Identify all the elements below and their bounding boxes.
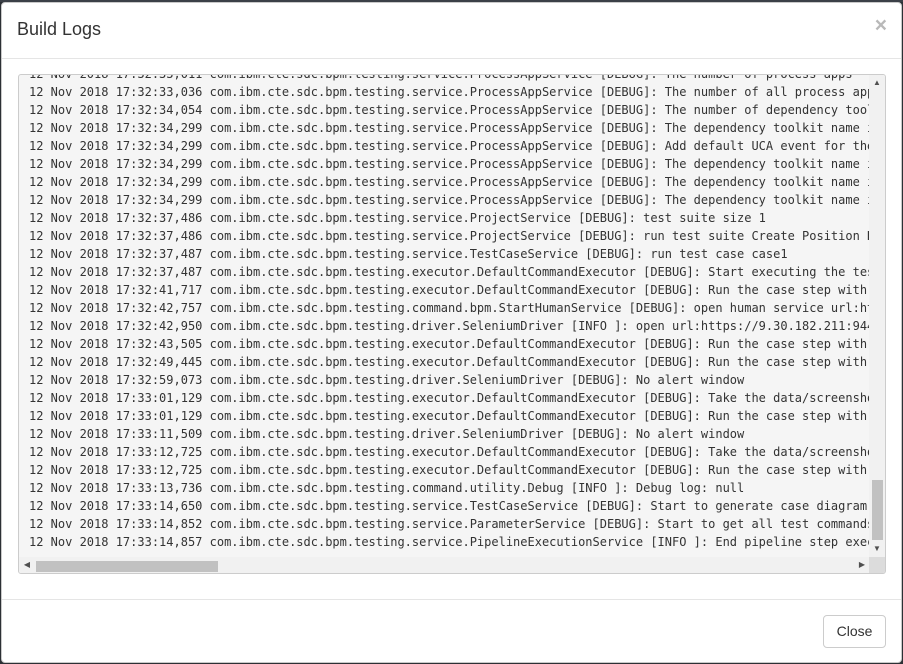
horizontal-scrollbar[interactable]: ◀ ▶ bbox=[19, 557, 870, 573]
log-line: 12 Nov 2018 17:33:12,725 com.ibm.cte.sdc… bbox=[29, 463, 870, 477]
log-line: 12 Nov 2018 17:32:49,445 com.ibm.cte.sdc… bbox=[29, 355, 870, 369]
log-line: 12 Nov 2018 17:32:34,299 com.ibm.cte.sdc… bbox=[29, 157, 870, 171]
log-line: 12 Nov 2018 17:33:14,852 com.ibm.cte.sdc… bbox=[29, 517, 870, 531]
log-line: 12 Nov 2018 17:32:37,487 com.ibm.cte.sdc… bbox=[29, 247, 788, 261]
log-line: 12 Nov 2018 17:32:34,299 com.ibm.cte.sdc… bbox=[29, 139, 870, 153]
scroll-down-arrow-icon[interactable]: ▼ bbox=[869, 541, 885, 557]
log-line: 12 Nov 2018 17:32:37,486 com.ibm.cte.sdc… bbox=[29, 229, 870, 243]
log-line: 12 Nov 2018 17:33:13,736 com.ibm.cte.sdc… bbox=[29, 481, 745, 495]
log-line: 12 Nov 2018 17:32:34,299 com.ibm.cte.sdc… bbox=[29, 121, 870, 135]
log-line: 12 Nov 2018 17:33:11,509 com.ibm.cte.sdc… bbox=[29, 427, 745, 441]
modal-header: Build Logs × bbox=[2, 3, 901, 59]
scroll-right-arrow-icon[interactable]: ▶ bbox=[854, 557, 870, 573]
log-line: 12 Nov 2018 17:32:33,036 com.ibm.cte.sdc… bbox=[29, 85, 870, 99]
log-line: 12 Nov 2018 17:33:12,725 com.ibm.cte.sdc… bbox=[29, 445, 870, 459]
close-button[interactable]: Close bbox=[823, 615, 886, 648]
log-lines: 12 Nov 2018 17:32:33,011 com.ibm.cte.sdc… bbox=[29, 75, 870, 551]
log-line: 12 Nov 2018 17:32:34,054 com.ibm.cte.sdc… bbox=[29, 103, 870, 117]
scrollbar-corner bbox=[869, 557, 885, 573]
log-line: 12 Nov 2018 17:32:43,505 com.ibm.cte.sdc… bbox=[29, 337, 870, 351]
build-logs-modal: Build Logs × 12 Nov 2018 17:32:33,011 co… bbox=[1, 2, 902, 663]
log-line: 12 Nov 2018 17:33:14,857 com.ibm.cte.sdc… bbox=[29, 535, 870, 549]
vertical-scroll-thumb[interactable] bbox=[872, 480, 883, 540]
log-line: 12 Nov 2018 17:32:37,486 com.ibm.cte.sdc… bbox=[29, 211, 766, 225]
modal-footer-divider bbox=[2, 599, 901, 600]
vertical-scrollbar[interactable]: ▲ ▼ bbox=[869, 75, 885, 557]
scroll-left-arrow-icon[interactable]: ◀ bbox=[19, 557, 35, 573]
log-line: 12 Nov 2018 17:32:34,299 com.ibm.cte.sdc… bbox=[29, 175, 870, 189]
log-line: 12 Nov 2018 17:33:01,129 com.ibm.cte.sdc… bbox=[29, 391, 870, 405]
close-icon[interactable]: × bbox=[875, 13, 887, 39]
scroll-up-arrow-icon[interactable]: ▲ bbox=[869, 75, 885, 91]
modal-title: Build Logs bbox=[17, 19, 102, 39]
log-line: 12 Nov 2018 17:32:42,950 com.ibm.cte.sdc… bbox=[29, 319, 870, 333]
log-line: 12 Nov 2018 17:33:01,129 com.ibm.cte.sdc… bbox=[29, 409, 870, 423]
log-line: 12 Nov 2018 17:32:37,487 com.ibm.cte.sdc… bbox=[29, 265, 870, 279]
log-line: 12 Nov 2018 17:32:41,717 com.ibm.cte.sdc… bbox=[29, 283, 870, 297]
log-line: 12 Nov 2018 17:32:34,299 com.ibm.cte.sdc… bbox=[29, 193, 870, 207]
log-line: 12 Nov 2018 17:32:42,757 com.ibm.cte.sdc… bbox=[29, 301, 870, 315]
log-line: 12 Nov 2018 17:32:33,011 com.ibm.cte.sdc… bbox=[29, 75, 870, 83]
horizontal-scroll-thumb[interactable] bbox=[36, 561, 218, 572]
log-viewer[interactable]: 12 Nov 2018 17:32:33,011 com.ibm.cte.sdc… bbox=[18, 74, 886, 574]
log-line: 12 Nov 2018 17:33:14,650 com.ibm.cte.sdc… bbox=[29, 499, 870, 513]
log-line: 12 Nov 2018 17:32:59,073 com.ibm.cte.sdc… bbox=[29, 373, 745, 387]
log-content: 12 Nov 2018 17:32:33,011 com.ibm.cte.sdc… bbox=[19, 75, 870, 557]
